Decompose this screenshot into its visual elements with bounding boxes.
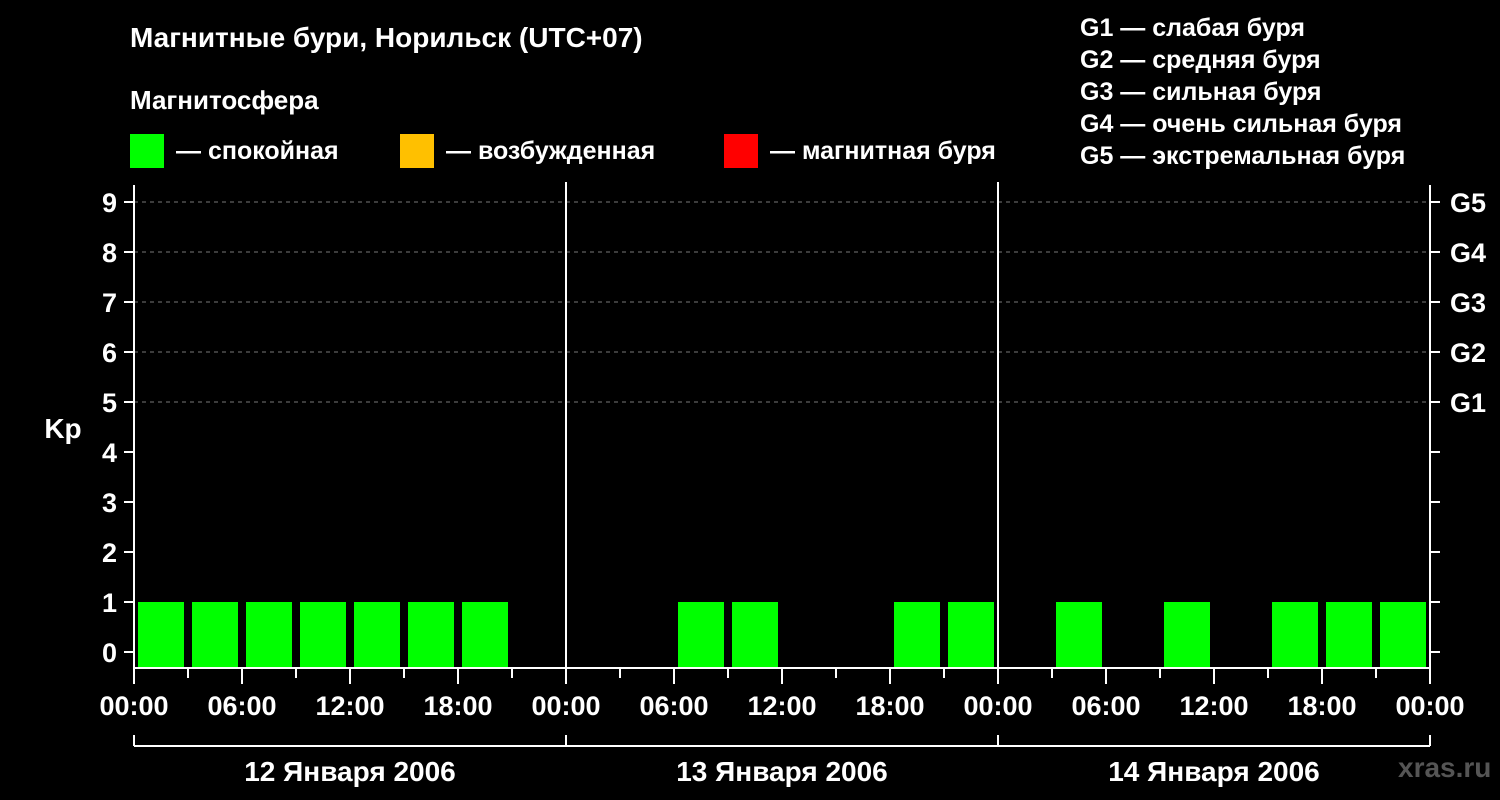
kp-bar-21 xyxy=(1272,602,1318,668)
storm-level-label-g5: G5 xyxy=(1450,188,1486,218)
storm-level-label-g2: G2 xyxy=(1450,338,1486,368)
y-tick-label-6: 6 xyxy=(102,338,117,368)
y-tick-label-0: 0 xyxy=(102,638,117,668)
kp-bar-11 xyxy=(732,602,778,668)
kp-bar-4 xyxy=(354,602,400,668)
x-tick-label-11: 18:00 xyxy=(1287,691,1356,721)
kp-chart: 0 1 2 3 4 5 6 7 8 9 G1 G2 G3 G4 G5 Kp 00:00 06:00 12:00 18:… xyxy=(44,182,1486,787)
kp-bar-17 xyxy=(1056,602,1102,668)
x-tick-label-0: 00:00 xyxy=(99,691,168,721)
x-tick-label-3: 18:00 xyxy=(423,691,492,721)
storm-level-label-g1: G1 xyxy=(1450,388,1486,418)
y-tick-label-2: 2 xyxy=(102,538,117,568)
storm-level-label-g3: G3 xyxy=(1450,288,1486,318)
kp-bar-0 xyxy=(138,602,184,668)
y-tick-label-4: 4 xyxy=(102,438,117,468)
kp-bar-2 xyxy=(246,602,292,668)
kp-bar-6 xyxy=(462,602,508,668)
kp-bar-14 xyxy=(894,602,940,668)
x-tick-label-8: 00:00 xyxy=(963,691,1032,721)
kp-bar-19 xyxy=(1164,602,1210,668)
day-label-2: 14 Января 2006 xyxy=(1108,756,1320,787)
x-tick-label-10: 12:00 xyxy=(1179,691,1248,721)
kp-bar-10 xyxy=(678,602,724,668)
y-tick-label-9: 9 xyxy=(102,188,117,218)
x-tick-label-5: 06:00 xyxy=(639,691,708,721)
storm-level-label-g4: G4 xyxy=(1450,238,1486,268)
x-tick-label-6: 12:00 xyxy=(747,691,816,721)
x-tick-label-4: 00:00 xyxy=(531,691,600,721)
x-tick-label-7: 18:00 xyxy=(855,691,924,721)
day-label-0: 12 Января 2006 xyxy=(244,756,456,787)
kp-bar-23 xyxy=(1380,602,1426,668)
kp-bar-5 xyxy=(408,602,454,668)
y-tick-label-1: 1 xyxy=(102,588,117,618)
y-axis-label: Kp xyxy=(44,413,81,444)
day-label-1: 13 Января 2006 xyxy=(676,756,888,787)
y-tick-label-8: 8 xyxy=(102,238,117,268)
x-tick-label-2: 12:00 xyxy=(315,691,384,721)
x-tick-label-12: 00:00 xyxy=(1395,691,1464,721)
y-tick-label-3: 3 xyxy=(102,488,117,518)
kp-bar-3 xyxy=(300,602,346,668)
x-tick-label-9: 06:00 xyxy=(1071,691,1140,721)
y-tick-label-7: 7 xyxy=(102,288,117,318)
kp-bar-22 xyxy=(1326,602,1372,668)
kp-bar-1 xyxy=(192,602,238,668)
watermark: xras.ru xyxy=(1398,752,1492,783)
x-tick-label-1: 06:00 xyxy=(207,691,276,721)
kp-bar-15 xyxy=(948,602,994,668)
y-tick-label-5: 5 xyxy=(102,388,117,418)
